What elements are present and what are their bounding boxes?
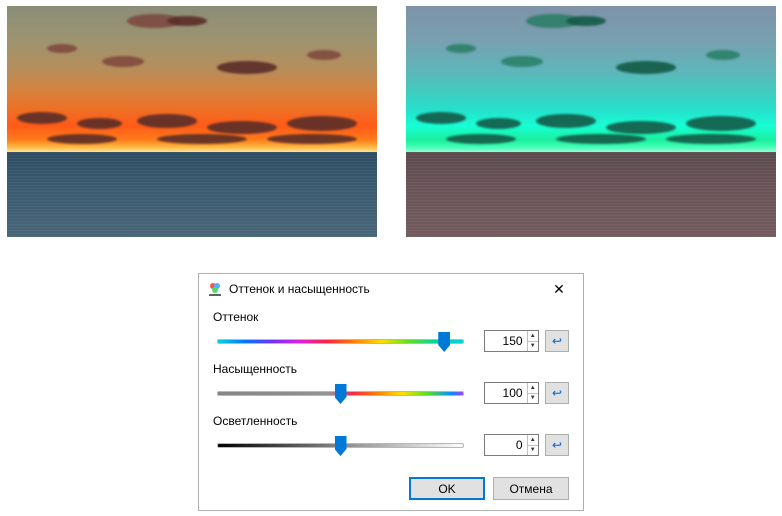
hue-slider[interactable] [217,331,464,351]
saturation-input[interactable]: ▲ ▼ [484,382,539,404]
image-result [406,6,776,237]
reset-icon: ↩ [552,334,562,348]
lightness-spin-up[interactable]: ▲ [528,435,538,446]
hue-spin-up[interactable]: ▲ [528,331,538,342]
lightness-thumb[interactable] [335,436,347,456]
saturation-slider[interactable] [217,383,464,403]
reset-icon: ↩ [552,438,562,452]
hue-saturation-dialog: Оттенок и насыщенность ✕ Оттенок ▲ ▼ ↩ Н… [198,273,584,511]
lightness-spin-down[interactable]: ▼ [528,446,538,456]
lightness-value[interactable] [485,435,527,455]
lightness-input[interactable]: ▲ ▼ [484,434,539,456]
titlebar[interactable]: Оттенок и насыщенность ✕ [199,274,583,304]
lightness-label: Осветленность [213,414,569,428]
lightness-reset-button[interactable]: ↩ [545,434,569,456]
lightness-slider[interactable] [217,435,464,455]
saturation-spin-up[interactable]: ▲ [528,383,538,394]
cancel-button[interactable]: Отмена [493,477,569,500]
close-icon: ✕ [553,281,565,298]
saturation-thumb[interactable] [335,384,347,404]
hue-value[interactable] [485,331,527,351]
saturation-value[interactable] [485,383,527,403]
hue-input[interactable]: ▲ ▼ [484,330,539,352]
close-button[interactable]: ✕ [537,275,581,303]
image-original [7,6,377,237]
saturation-label: Насыщенность [213,362,569,376]
hue-reset-button[interactable]: ↩ [545,330,569,352]
reset-icon: ↩ [552,386,562,400]
ok-button[interactable]: OK [409,477,485,500]
app-icon [207,281,223,297]
hue-thumb[interactable] [438,332,450,352]
dialog-title: Оттенок и насыщенность [229,282,537,296]
hue-spin-down[interactable]: ▼ [528,342,538,352]
hue-label: Оттенок [213,310,569,324]
saturation-reset-button[interactable]: ↩ [545,382,569,404]
saturation-spin-down[interactable]: ▼ [528,394,538,404]
